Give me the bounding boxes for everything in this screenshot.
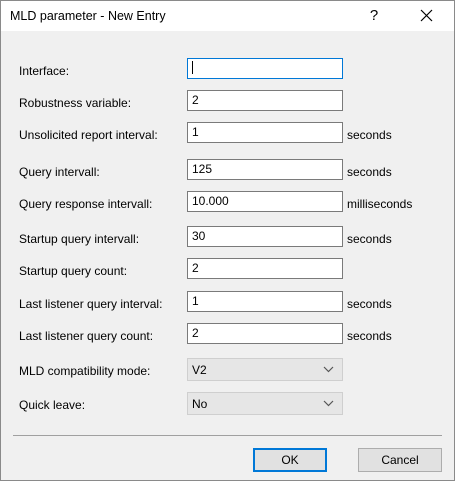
last-listener-count-unit: seconds (347, 329, 392, 343)
query-interval-label: Query intervall: (19, 165, 100, 179)
startup-count-field[interactable]: 2 (187, 258, 343, 279)
chevron-down-icon (323, 366, 334, 373)
close-button[interactable] (409, 3, 443, 29)
compat-mode-value: V2 (192, 363, 207, 377)
help-button[interactable]: ? (361, 4, 387, 28)
compat-mode-select[interactable]: V2 (187, 358, 343, 381)
startup-interval-label: Startup query intervall: (19, 232, 140, 246)
unsolicited-label: Unsolicited report interval: (19, 128, 158, 142)
quick-leave-label: Quick leave: (19, 398, 86, 412)
chevron-down-icon (323, 400, 334, 407)
text-caret (192, 61, 193, 74)
close-icon (420, 9, 432, 22)
ok-button[interactable]: OK (253, 448, 327, 472)
robustness-field[interactable]: 2 (187, 90, 343, 111)
last-listener-count-label: Last listener query count: (19, 329, 154, 343)
dialog-title: MLD parameter - New Entry (10, 9, 166, 23)
robustness-label: Robustness variable: (19, 96, 132, 110)
quick-leave-value: No (192, 397, 208, 411)
query-interval-unit: seconds (347, 165, 392, 179)
dialog-window: MLD parameter - New Entry ? Interface: R… (0, 0, 455, 481)
compat-mode-label: MLD compatibility mode: (19, 364, 151, 378)
query-response-label: Query response intervall: (19, 197, 153, 211)
query-interval-field[interactable]: 125 (187, 159, 343, 180)
unsolicited-unit: seconds (347, 128, 392, 142)
divider (13, 435, 442, 436)
unsolicited-field[interactable]: 1 (187, 122, 343, 143)
startup-interval-unit: seconds (347, 232, 392, 246)
last-listener-interval-label: Last listener query interval: (19, 297, 163, 311)
startup-interval-field[interactable]: 30 (187, 226, 343, 247)
last-listener-count-field[interactable]: 2 (187, 323, 343, 344)
startup-count-label: Startup query count: (19, 264, 128, 278)
title-bar: MLD parameter - New Entry ? (1, 1, 454, 31)
quick-leave-select[interactable]: No (187, 392, 343, 415)
query-response-field[interactable]: 10.000 (187, 191, 343, 212)
interface-field[interactable] (187, 58, 343, 79)
last-listener-interval-field[interactable]: 1 (187, 291, 343, 312)
cancel-button[interactable]: Cancel (358, 448, 442, 472)
query-response-unit: milliseconds (347, 197, 413, 211)
last-listener-interval-unit: seconds (347, 297, 392, 311)
interface-label: Interface: (19, 64, 70, 78)
